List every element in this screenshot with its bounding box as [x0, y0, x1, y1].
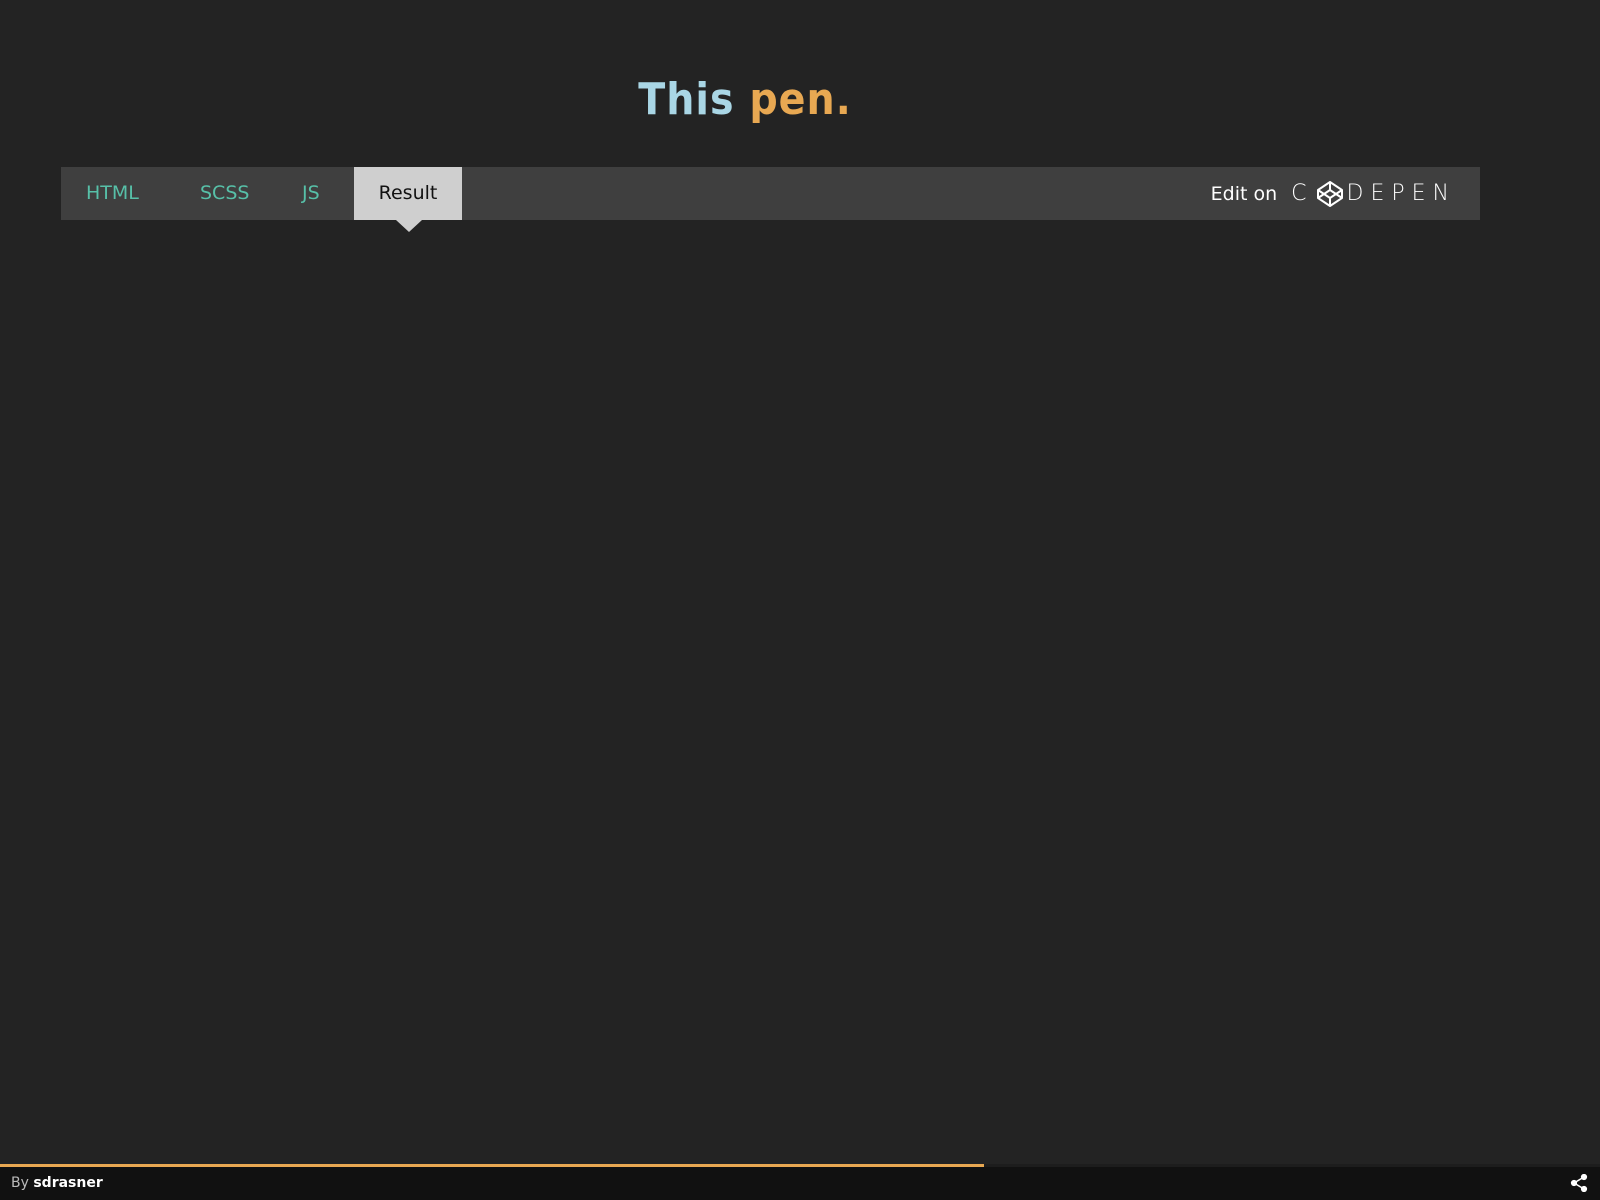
share-icon[interactable]	[1570, 1174, 1588, 1192]
active-tab-pointer	[396, 220, 422, 232]
codepen-logo: C DEPEN	[1291, 180, 1456, 208]
codepen-logo-icon	[1316, 180, 1343, 207]
codepen-logo-text-end: DEPEN	[1346, 181, 1456, 206]
progress-track	[0, 1164, 1600, 1167]
author-name: sdrasner	[33, 1175, 103, 1191]
embed-footer: By sdrasner	[0, 1164, 1600, 1200]
edit-on-codepen-link[interactable]: Edit on C DEPEN	[1211, 167, 1456, 220]
tab-scss[interactable]: SCSS	[200, 167, 249, 220]
page: This pen. HTML SCSS JS Result Edit on C	[0, 0, 1600, 1200]
edit-on-label: Edit on	[1210, 182, 1278, 205]
codepen-logo-text-start: C	[1291, 181, 1314, 206]
tab-js[interactable]: JS	[302, 167, 320, 220]
by-label: By	[11, 1175, 29, 1191]
tab-html[interactable]: HTML	[86, 167, 139, 220]
title-word-pen: pen.	[749, 74, 852, 125]
title-word-this: This	[638, 74, 735, 125]
embed-tab-bar: HTML SCSS JS Result Edit on C DEPEN	[61, 167, 1480, 232]
page-title: This pen.	[0, 72, 1490, 128]
progress-fill	[0, 1164, 984, 1167]
tab-result[interactable]: Result	[354, 167, 462, 220]
author-link[interactable]: By sdrasner	[11, 1175, 103, 1191]
